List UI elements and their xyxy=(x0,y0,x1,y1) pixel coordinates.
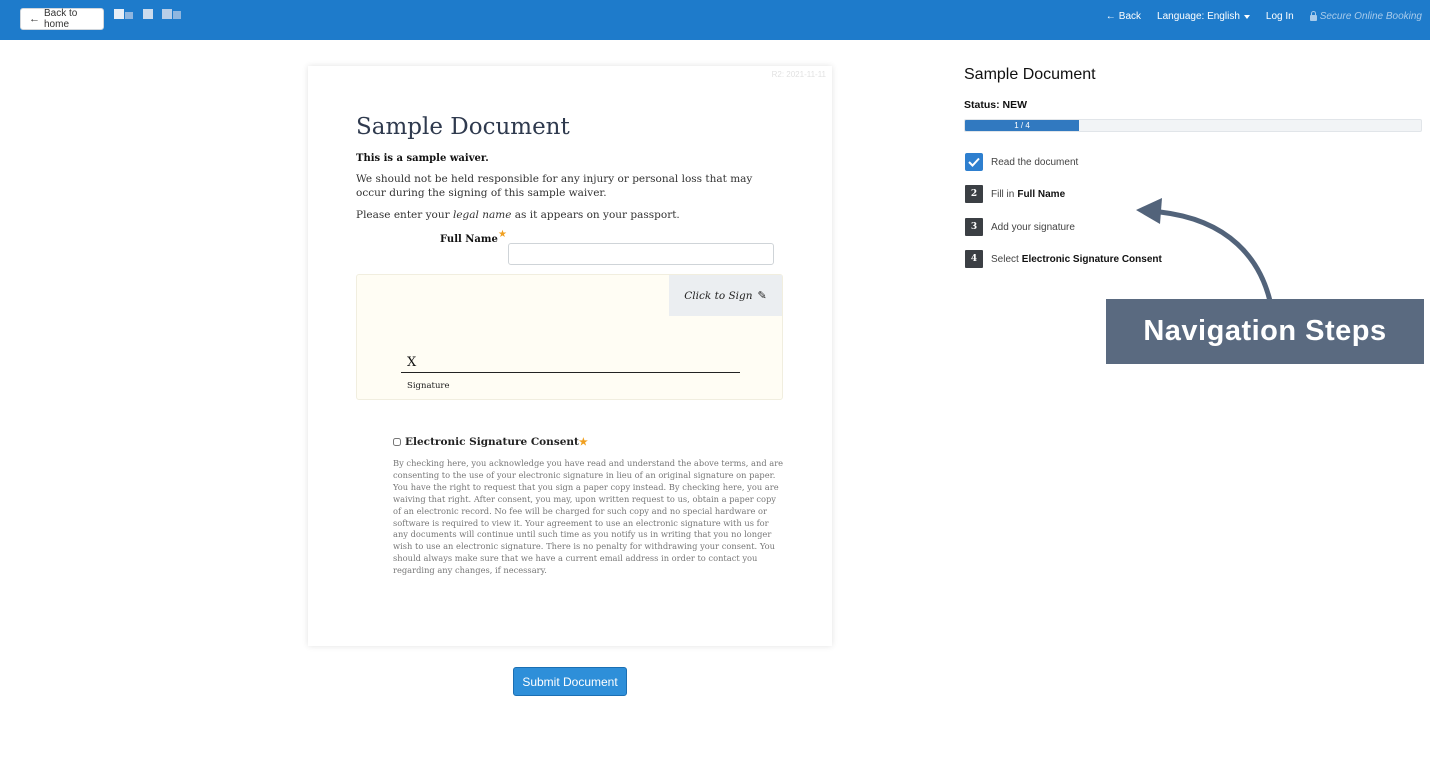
secure-label: Secure Online Booking xyxy=(1319,11,1422,22)
checkmark-icon xyxy=(965,153,983,171)
back-link[interactable]: ← Back xyxy=(1106,11,1141,22)
logo-block xyxy=(114,9,124,19)
signature-x-mark: X xyxy=(407,355,417,370)
step-text: Fill in xyxy=(991,188,1015,200)
arrow-left-icon: ← xyxy=(29,13,40,25)
signature-box: Click to Sign ✎ X Signature xyxy=(356,274,783,400)
progress-bar: 1 / 4 xyxy=(964,119,1422,132)
required-star-icon: ★ xyxy=(498,229,507,240)
lock-icon xyxy=(1309,11,1317,21)
submit-document-button[interactable]: Submit Document xyxy=(513,667,627,696)
full-name-input[interactable] xyxy=(508,243,774,265)
document-ref: R2: 2021-11-11 xyxy=(771,70,826,79)
step-number-badge: 4 xyxy=(965,250,983,268)
step-text: Select xyxy=(991,253,1019,265)
document-paragraph: We should not be held responsible for an… xyxy=(356,173,753,199)
consent-row: Electronic Signature Consent ★ xyxy=(393,436,588,448)
full-name-label: Full Name xyxy=(440,234,498,245)
consent-text: By checking here, you acknowledge you ha… xyxy=(393,458,784,576)
progress-fill: 1 / 4 xyxy=(965,120,1079,131)
panel-title: Sample Document xyxy=(964,66,1096,83)
step-text: Read the document xyxy=(991,156,1079,168)
login-label: Log In xyxy=(1265,11,1294,22)
caret-down-icon xyxy=(1243,14,1250,19)
navigation-steps-callout: Navigation Steps xyxy=(1106,299,1424,364)
signature-line xyxy=(401,372,740,373)
consent-checkbox[interactable] xyxy=(393,438,401,446)
consent-label: Electronic Signature Consent xyxy=(405,436,579,448)
step-read-document[interactable]: Read the document xyxy=(965,153,1078,171)
step-text: Add your signature xyxy=(991,221,1075,233)
top-navbar: ← Back to home ← Back Language: English … xyxy=(0,0,1430,40)
instruction-pre: Please enter your xyxy=(356,209,453,221)
language-label: Language: English xyxy=(1157,11,1240,22)
click-to-sign-label: Click to Sign xyxy=(684,289,753,302)
logo-block xyxy=(125,12,133,19)
back-to-home-label: Back to home xyxy=(44,8,78,30)
document-instruction: Please enter your legal name as it appea… xyxy=(356,208,781,222)
step-bold-text: Full Name xyxy=(1017,188,1066,200)
instruction-post: as it appears on your passport. xyxy=(511,209,680,221)
document-card: R2: 2021-11-11 Sample Document This is a… xyxy=(308,66,832,646)
callout-label: Navigation Steps xyxy=(1143,315,1387,347)
arrow-left-icon: ← xyxy=(1105,11,1116,22)
pencil-icon: ✎ xyxy=(757,289,767,302)
submit-label: Submit Document xyxy=(522,674,618,689)
step-number-badge: 2 xyxy=(965,185,983,203)
logo-block xyxy=(143,9,153,19)
step-fill-full-name[interactable]: 2 Fill in Full Name xyxy=(965,185,1065,203)
back-label: Back xyxy=(1118,11,1142,22)
header-nav: ← Back Language: English Log In Secure O… xyxy=(1090,11,1422,22)
logo-block xyxy=(162,9,172,19)
status-text: Status: NEW xyxy=(964,99,1027,111)
instruction-emphasis: legal name xyxy=(452,209,512,221)
document-intro: This is a sample waiver. xyxy=(356,153,489,164)
logo-block xyxy=(173,11,181,19)
step-add-signature[interactable]: 3 Add your signature xyxy=(965,218,1075,236)
step-number-badge: 3 xyxy=(965,218,983,236)
back-to-home-button[interactable]: ← Back to home xyxy=(20,8,104,30)
signature-label: Signature xyxy=(407,381,450,391)
annotation-arrow-icon xyxy=(1136,198,1273,304)
login-link[interactable]: Log In xyxy=(1266,11,1294,22)
secure-booking-badge: Secure Online Booking xyxy=(1309,11,1422,22)
language-dropdown[interactable]: Language: English xyxy=(1157,11,1250,22)
required-star-icon: ★ xyxy=(578,436,588,448)
click-to-sign-button[interactable]: Click to Sign ✎ xyxy=(669,275,782,316)
document-title: Sample Document xyxy=(356,114,570,140)
